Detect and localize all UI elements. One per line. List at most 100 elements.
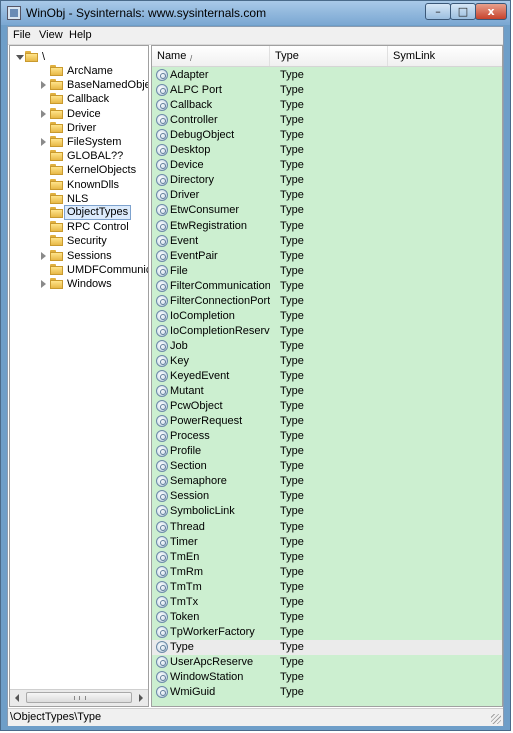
cell-type: Type: [280, 520, 304, 533]
column-header-type[interactable]: Type: [270, 46, 388, 66]
table-row[interactable]: IoCompletionReserve Type: [152, 324, 502, 339]
table-row[interactable]: Token Type: [152, 610, 502, 625]
close-button[interactable]: x: [475, 3, 507, 20]
table-row[interactable]: Key Type: [152, 354, 502, 369]
tree-item[interactable]: Windows: [10, 277, 148, 291]
tree-root[interactable]: \: [14, 50, 144, 64]
menu-view[interactable]: View: [39, 29, 63, 41]
cell-name: WmiGuid: [170, 686, 216, 699]
title-bar[interactable]: WinObj - Sysinternals: www.sysinternals.…: [1, 1, 510, 25]
table-row[interactable]: Process Type: [152, 429, 502, 444]
cell-name: UserApcReserve: [170, 655, 254, 668]
minimize-button[interactable]: –: [425, 3, 451, 20]
scrollbar-thumb[interactable]: [26, 692, 132, 703]
table-row[interactable]: Mutant Type: [152, 384, 502, 399]
object-type-icon: [156, 234, 168, 247]
table-row[interactable]: Semaphore Type: [152, 474, 502, 489]
object-type-icon: [156, 580, 168, 593]
tree-item[interactable]: UMDFCommunicationPorts: [10, 263, 148, 277]
menu-file[interactable]: File: [13, 29, 31, 41]
table-row[interactable]: Session Type: [152, 489, 502, 504]
expand-icon[interactable]: [41, 251, 46, 260]
tree-horizontal-scrollbar[interactable]: [10, 689, 148, 706]
tree-item[interactable]: Callback: [10, 92, 148, 106]
scroll-left-icon[interactable]: [15, 694, 19, 702]
table-row[interactable]: WmiGuid Type: [152, 685, 502, 700]
table-row[interactable]: PowerRequest Type: [152, 414, 502, 429]
table-row[interactable]: Thread Type: [152, 520, 502, 535]
table-row[interactable]: TmTm Type: [152, 580, 502, 595]
column-header-name[interactable]: Name /: [152, 46, 270, 66]
table-row[interactable]: UserApcReserve Type: [152, 655, 502, 670]
table-row[interactable]: EtwConsumer Type: [152, 203, 502, 218]
tree-item-label: RPC Control: [67, 221, 129, 234]
resize-grip-icon[interactable]: [491, 714, 501, 724]
object-type-icon: [156, 189, 168, 202]
table-row[interactable]: EventPair Type: [152, 249, 502, 264]
table-row[interactable]: SymbolicLink Type: [152, 504, 502, 519]
expand-icon[interactable]: [41, 109, 46, 118]
table-row[interactable]: Job Type: [152, 339, 502, 354]
object-type-icon: [156, 565, 168, 578]
table-row[interactable]: WindowStation Type: [152, 670, 502, 685]
table-row[interactable]: Driver Type: [152, 188, 502, 203]
table-row[interactable]: TpWorkerFactory Type: [152, 625, 502, 640]
cell-type: Type: [280, 535, 304, 548]
tree-item[interactable]: KernelObjects: [10, 163, 148, 177]
scroll-right-icon[interactable]: [139, 694, 143, 702]
tree-item[interactable]: Sessions: [10, 249, 148, 263]
maximize-button[interactable]: □: [450, 3, 476, 20]
table-row[interactable]: EtwRegistration Type: [152, 219, 502, 234]
tree-item[interactable]: FileSystem: [10, 135, 148, 149]
tree-item[interactable]: Driver: [10, 121, 148, 135]
tree-item[interactable]: KnownDlls: [10, 178, 148, 192]
table-row[interactable]: TmRm Type: [152, 565, 502, 580]
cell-type: Type: [280, 385, 304, 398]
table-row[interactable]: IoCompletion Type: [152, 309, 502, 324]
tree-item[interactable]: GLOBAL??: [10, 149, 148, 163]
table-row[interactable]: Adapter Type: [152, 68, 502, 83]
table-row[interactable]: File Type: [152, 264, 502, 279]
table-row[interactable]: FilterCommunication... Type: [152, 279, 502, 294]
table-row[interactable]: PcwObject Type: [152, 399, 502, 414]
object-list[interactable]: Name / Type SymLink Adapter Type ALPC Port…: [151, 45, 503, 707]
tree-item[interactable]: ArcName: [10, 64, 148, 78]
table-row[interactable]: Callback Type: [152, 98, 502, 113]
tree-item[interactable]: Security: [10, 234, 148, 248]
table-row[interactable]: Timer Type: [152, 535, 502, 550]
table-row[interactable]: Desktop Type: [152, 143, 502, 158]
cell-name: TmTx: [170, 595, 199, 608]
table-row[interactable]: Event Type: [152, 234, 502, 249]
expand-icon[interactable]: [41, 81, 46, 90]
table-row[interactable]: Section Type: [152, 459, 502, 474]
expand-icon[interactable]: [41, 280, 46, 288]
collapse-icon[interactable]: [16, 55, 24, 60]
folder-icon: [50, 178, 63, 190]
table-row[interactable]: Device Type: [152, 158, 502, 173]
tree-item[interactable]: Device: [10, 107, 148, 121]
table-row[interactable]: Controller Type: [152, 113, 502, 128]
object-type-icon: [156, 535, 168, 548]
table-row[interactable]: TmEn Type: [152, 550, 502, 565]
table-row[interactable]: TmTx Type: [152, 595, 502, 610]
expand-icon[interactable]: [41, 138, 46, 146]
tree-item[interactable]: RPC Control: [10, 220, 148, 234]
folder-icon: [50, 164, 63, 176]
object-type-icon: [156, 415, 168, 428]
tree-item[interactable]: BaseNamedObjects: [10, 78, 148, 92]
table-row[interactable]: Type Type: [152, 639, 502, 655]
tree-item[interactable]: NLS: [10, 192, 148, 206]
table-row[interactable]: ALPC Port Type: [152, 83, 502, 98]
object-type-icon: [156, 610, 168, 623]
table-row[interactable]: KeyedEvent Type: [152, 369, 502, 384]
cell-type: Type: [280, 610, 304, 623]
table-row[interactable]: Directory Type: [152, 173, 502, 188]
table-row[interactable]: Profile Type: [152, 444, 502, 459]
menu-help[interactable]: Help: [69, 29, 92, 41]
table-row[interactable]: DebugObject Type: [152, 128, 502, 143]
object-type-icon: [156, 279, 168, 292]
column-header-symlink[interactable]: SymLink: [388, 46, 502, 66]
directory-tree[interactable]: \ ArcName BaseNamedObjectsCallbackDeviceD…: [9, 45, 149, 707]
tree-item[interactable]: ObjectTypes: [10, 205, 148, 220]
table-row[interactable]: FilterConnectionPort Type: [152, 294, 502, 309]
